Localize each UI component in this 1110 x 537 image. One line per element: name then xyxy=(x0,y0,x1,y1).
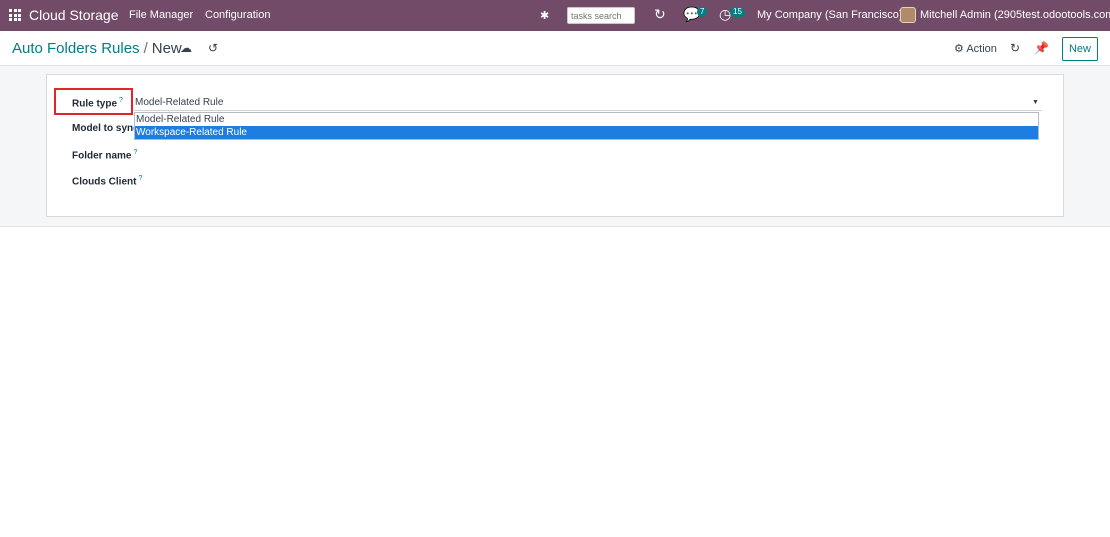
folder-name-label: Folder name? xyxy=(72,149,137,161)
option-model-related-rule[interactable]: Model-Related Rule xyxy=(135,113,1038,126)
top-navbar: Cloud Storage File Manager Configuration… xyxy=(0,0,1110,31)
breadcrumb-parent[interactable]: Auto Folders Rules xyxy=(12,40,140,57)
refresh-icon[interactable]: ↻ xyxy=(654,6,666,23)
clouds-client-label: Clouds Client? xyxy=(72,175,142,187)
cloud-upload-icon[interactable]: ☁ xyxy=(180,41,192,55)
control-panel: Auto Folders Rules / New ☁ ↺ ⚙ Action ↻ 📌 … xyxy=(0,31,1110,66)
rule-type-dropdown: Model-Related Rule Workspace-Related Rul… xyxy=(134,112,1039,140)
tasks-search-input[interactable] xyxy=(567,7,635,24)
apps-grid-icon[interactable] xyxy=(9,9,21,21)
breadcrumb-separator: / xyxy=(143,40,148,57)
model-to-sync-label-text: Model to sync xyxy=(72,123,139,134)
option-workspace-related-rule[interactable]: Workspace-Related Rule xyxy=(135,126,1038,139)
messages-count-badge: 7 xyxy=(697,7,708,17)
menu-file-manager[interactable]: File Manager xyxy=(129,9,193,21)
rule-type-label: Rule type? xyxy=(72,97,123,109)
pin-icon[interactable]: 📌 xyxy=(1034,41,1049,55)
clouds-client-label-text: Clouds Client xyxy=(72,176,137,188)
avatar[interactable] xyxy=(900,7,916,23)
app-brand[interactable]: Cloud Storage xyxy=(29,7,119,23)
rule-type-label-text: Rule type xyxy=(72,98,118,110)
model-to-sync-label: Model to sync xyxy=(72,123,139,134)
help-icon[interactable]: ? xyxy=(138,175,142,182)
help-icon[interactable]: ? xyxy=(133,149,137,156)
action-button[interactable]: ⚙ Action xyxy=(954,42,997,55)
user-menu[interactable]: Mitchell Admin (2905test.odootools.com) xyxy=(920,9,1110,21)
activities-count-badge: 15 xyxy=(730,7,745,17)
new-button[interactable]: New xyxy=(1062,37,1098,61)
action-label: Action xyxy=(966,43,997,55)
clock-icon[interactable]: ◷ xyxy=(719,6,731,23)
menu-configuration[interactable]: Configuration xyxy=(205,9,270,21)
company-switcher[interactable]: My Company (San Francisco) xyxy=(757,9,903,21)
breadcrumb-current: New xyxy=(151,40,182,57)
breadcrumb: Auto Folders Rules / New xyxy=(12,40,182,57)
folder-name-label-text: Folder name xyxy=(72,150,132,162)
gear-icon: ⚙ xyxy=(954,43,964,55)
sync-icon[interactable]: ↻ xyxy=(1010,41,1020,55)
undo-icon[interactable]: ↺ xyxy=(208,41,218,55)
caret-down-icon[interactable]: ▼ xyxy=(1032,99,1039,106)
help-icon[interactable]: ? xyxy=(119,97,123,104)
bug-icon[interactable]: ✱ xyxy=(540,9,549,22)
rule-type-select[interactable]: Model-Related Rule xyxy=(134,95,1042,111)
